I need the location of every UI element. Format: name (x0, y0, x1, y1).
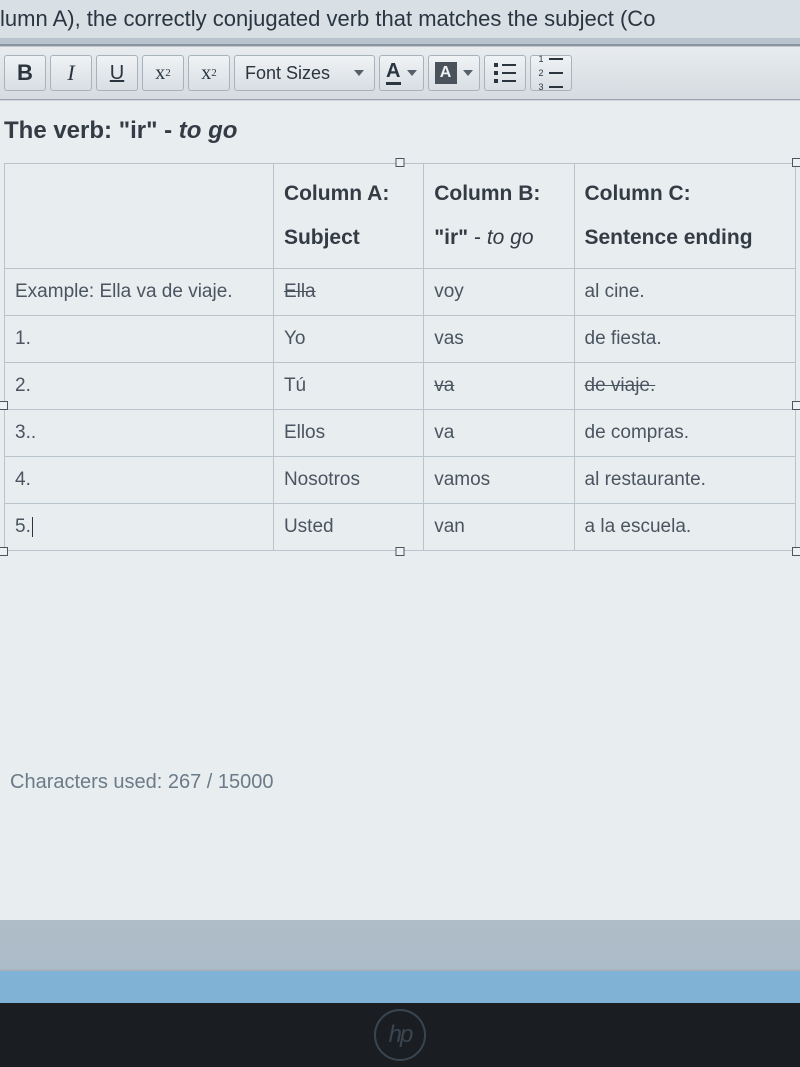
colB-cell[interactable]: voy (424, 269, 574, 316)
verb-table[interactable]: Column A: Subject Column B: "ir" - to go… (4, 163, 796, 551)
colA-cell[interactable]: Ellos (273, 410, 423, 457)
subscript-exp: 2 (211, 67, 217, 79)
table-row: 1.Yovasde fiesta. (5, 316, 796, 363)
superscript-button[interactable]: x2 (142, 55, 184, 91)
header-colC[interactable]: Column C: Sentence ending (574, 164, 796, 269)
taskbar[interactable] (0, 969, 800, 1005)
underline-button[interactable]: U (96, 55, 138, 91)
header-colB-top: Column B: (434, 182, 563, 206)
colA-cell[interactable]: Nosotros (273, 457, 423, 504)
row-label-cell[interactable]: 3.. (5, 410, 274, 457)
numbered-list-button[interactable]: 1 2 3 (530, 55, 572, 91)
bullet-list-button[interactable] (484, 55, 526, 91)
resize-handle[interactable] (792, 547, 800, 556)
colC-cell[interactable]: a la escuela. (574, 504, 796, 551)
bold-button[interactable]: B (4, 55, 46, 91)
row-label-cell[interactable]: 4. (5, 457, 274, 504)
header-colB-bot: "ir" - to go (434, 226, 533, 249)
subscript-button[interactable]: x2 (188, 55, 230, 91)
text-color-label: A (386, 61, 400, 85)
resize-handle[interactable] (396, 547, 405, 556)
header-colC-bot: Sentence ending (585, 226, 753, 249)
row-label-cell[interactable]: 2. (5, 363, 274, 410)
colB-cell[interactable]: van (424, 504, 574, 551)
header-colB[interactable]: Column B: "ir" - to go (424, 164, 574, 269)
table-row: Example: Ella va de viaje.Ellavoyal cine… (5, 269, 796, 316)
resize-handle[interactable] (0, 547, 8, 556)
content-heading: The verb: "ir" - to go (4, 111, 796, 163)
resize-handle[interactable] (792, 401, 800, 410)
resize-handle[interactable] (396, 158, 405, 167)
header-colA-top: Column A: (284, 182, 413, 206)
header-empty[interactable] (5, 164, 274, 269)
table-selection[interactable]: Column A: Subject Column B: "ir" - to go… (4, 163, 796, 551)
colA-cell[interactable]: Ella (273, 269, 423, 316)
chevron-down-icon (463, 70, 473, 76)
colB-cell[interactable]: va (424, 363, 574, 410)
colB-cell[interactable]: vas (424, 316, 574, 363)
colC-cell[interactable]: al restaurante. (574, 457, 796, 504)
header-colA[interactable]: Column A: Subject (273, 164, 423, 269)
colB-cell[interactable]: va (424, 410, 574, 457)
colC-cell[interactable]: de viaje. (574, 363, 796, 410)
colA-cell[interactable]: Yo (273, 316, 423, 363)
colA-cell[interactable]: Usted (273, 504, 423, 551)
colC-cell[interactable]: de compras. (574, 410, 796, 457)
numbered-list-icon: 1 2 3 (537, 52, 565, 94)
background-color-button[interactable]: A (428, 55, 480, 91)
font-size-label: Font Sizes (245, 63, 330, 84)
chevron-down-icon (407, 70, 417, 76)
header-colA-bot: Subject (284, 226, 360, 249)
laptop-bezel: hp (0, 1003, 800, 1067)
heading-prefix: The verb: "ir" - (4, 117, 179, 144)
table-row: 3..Ellosvade compras. (5, 410, 796, 457)
row-label-cell[interactable]: 1. (5, 316, 274, 363)
resize-handle[interactable] (792, 158, 800, 167)
table-row: 2.Túvade viaje. (5, 363, 796, 410)
superscript-exp: 2 (165, 67, 171, 79)
editor-toolbar: B I U x2 x2 Font Sizes A A 1 2 3 (0, 46, 800, 100)
colB-cell[interactable]: vamos (424, 457, 574, 504)
italic-button[interactable]: I (50, 55, 92, 91)
instruction-text: lumn A), the correctly conjugated verb t… (0, 0, 800, 38)
colA-cell[interactable]: Tú (273, 363, 423, 410)
table-header-row: Column A: Subject Column B: "ir" - to go… (5, 164, 796, 269)
header-colC-top: Column C: (585, 182, 786, 206)
colC-cell[interactable]: de fiesta. (574, 316, 796, 363)
superscript-base: x (155, 62, 165, 85)
editor-content[interactable]: The verb: "ir" - to go Column A: Subject… (0, 100, 800, 920)
bullet-list-icon (492, 61, 518, 85)
subscript-base: x (201, 62, 211, 85)
table-row: 4.Nosotrosvamosal restaurante. (5, 457, 796, 504)
text-color-button[interactable]: A (379, 55, 423, 91)
resize-handle[interactable] (0, 401, 8, 410)
font-size-dropdown[interactable]: Font Sizes (234, 55, 375, 91)
row-label-cell[interactable]: Example: Ella va de viaje. (5, 269, 274, 316)
row-label-cell[interactable]: 5. (5, 504, 274, 551)
colC-cell[interactable]: al cine. (574, 269, 796, 316)
hp-logo-icon: hp (374, 1009, 426, 1061)
background-color-label: A (435, 62, 457, 84)
character-count: Characters used: 267 / 15000 (4, 771, 796, 794)
table-row: 5.Ustedvana la escuela. (5, 504, 796, 551)
heading-italic: to go (179, 117, 238, 144)
text-cursor (32, 517, 33, 537)
chevron-down-icon (354, 70, 364, 76)
